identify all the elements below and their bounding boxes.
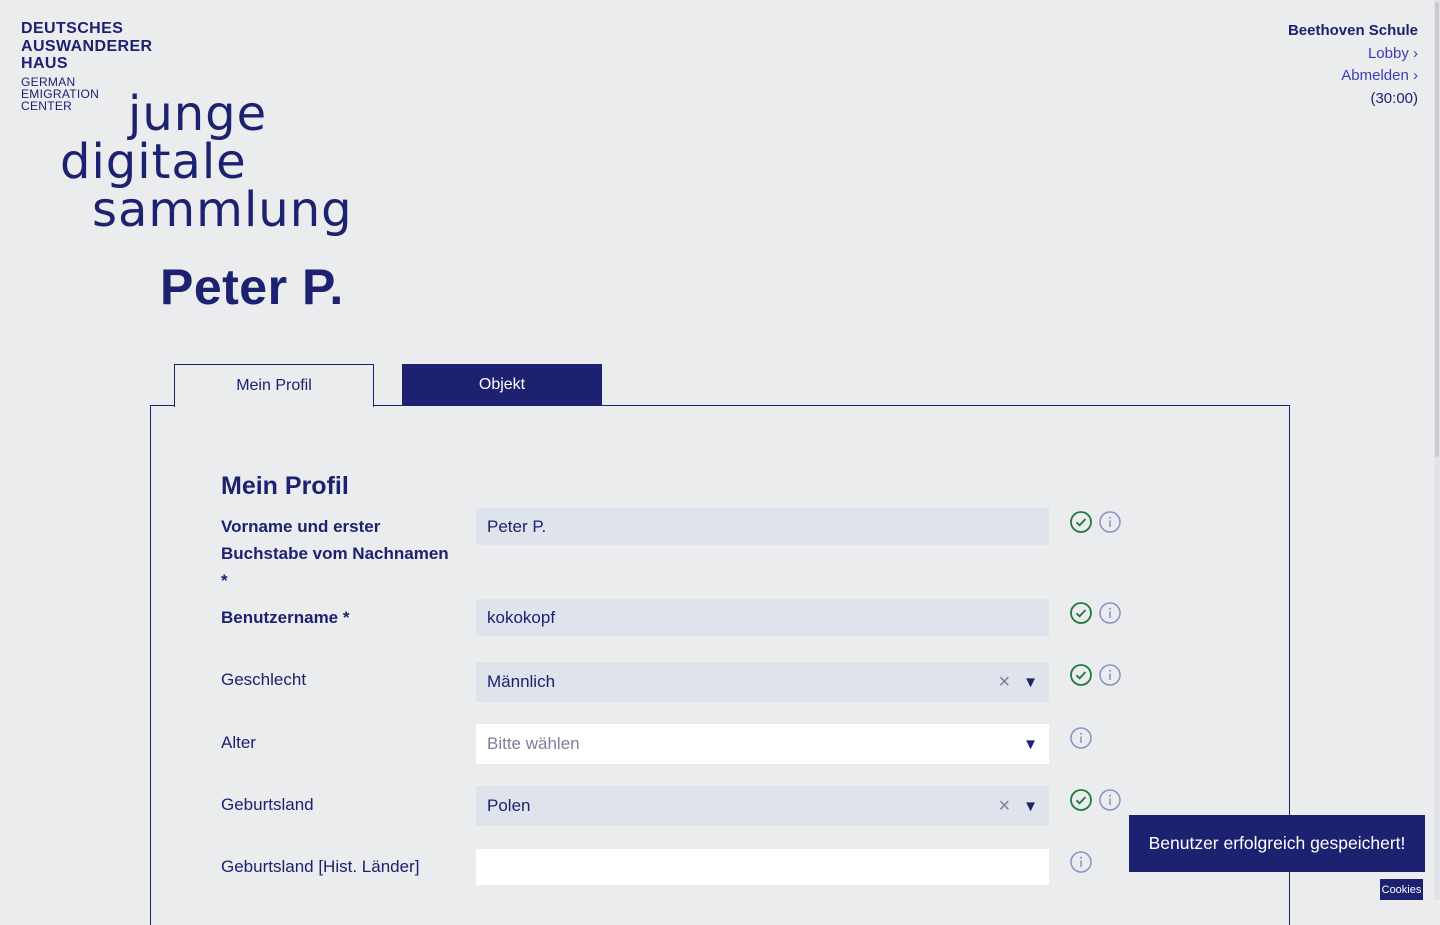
chevron-down-icon[interactable]: ▼ [1023, 736, 1038, 753]
session-timer: (30:00) [1370, 89, 1418, 107]
tab-objekt[interactable]: Objekt [402, 364, 602, 406]
check-circle-icon [1070, 602, 1092, 624]
brand-line: AUSWANDERER [21, 37, 153, 55]
page-title: Peter P. [160, 259, 344, 315]
gender-label: Geschlecht [221, 670, 307, 689]
check-circle-icon [1070, 789, 1092, 811]
age-placeholder: Bitte wählen [487, 734, 580, 753]
section-title: Mein Profil [221, 472, 349, 500]
firstname-label: Vorname und erster Buchstabe vom Nachnam… [221, 517, 449, 590]
lobby-link[interactable]: Lobby › [1288, 43, 1418, 66]
chevron-down-icon[interactable]: ▼ [1023, 674, 1038, 691]
historic-country-input[interactable] [476, 849, 1049, 885]
birth-country-value: Polen [487, 796, 531, 815]
logo-line: junge [128, 86, 268, 142]
age-label: Alter [221, 733, 256, 752]
info-circle-icon[interactable] [1099, 602, 1121, 624]
info-circle-icon[interactable] [1070, 727, 1092, 749]
logo-line: digitale [60, 134, 247, 190]
logo-line: sammlung [92, 182, 353, 238]
tab-mein-profil[interactable]: Mein Profil [174, 364, 374, 407]
brand-line: HAUS [21, 55, 68, 72]
logout-link[interactable]: Abmelden › [1288, 65, 1418, 88]
birth-country-select[interactable]: Polen × ▼ [476, 786, 1049, 826]
check-circle-icon [1070, 664, 1092, 686]
username-label: Benutzername * [221, 608, 350, 627]
success-toast: Benutzer erfolgreich gespeichert! [1129, 815, 1425, 872]
school-name: Beethoven Schule [1287, 22, 1418, 39]
clear-icon[interactable]: × [998, 795, 1010, 818]
username-value: kokokopf [487, 607, 556, 627]
info-circle-icon[interactable] [1099, 511, 1121, 533]
cookies-button[interactable]: Cookies [1380, 879, 1423, 900]
gender-value: Männlich [487, 672, 556, 691]
scrollbar[interactable] [1434, 0, 1440, 900]
brand-line: DEUTSCHES [21, 20, 124, 37]
info-circle-icon[interactable] [1099, 664, 1121, 686]
chevron-down-icon[interactable]: ▼ [1023, 798, 1038, 815]
scrollbar-thumb[interactable] [1435, 2, 1439, 457]
historic-country-label: Geburtsland [Hist. Länder] [221, 857, 420, 876]
clear-icon[interactable]: × [998, 671, 1010, 694]
check-circle-icon [1070, 511, 1092, 533]
age-select[interactable]: Bitte wählen ▼ [476, 724, 1049, 764]
top-nav: Beethoven Schule Lobby › Abmelden › (30:… [1288, 20, 1418, 110]
info-circle-icon[interactable] [1099, 789, 1121, 811]
firstname-input[interactable]: Peter P. [476, 508, 1049, 545]
firstname-value: Peter P. [487, 516, 547, 536]
info-circle-icon[interactable] [1070, 851, 1092, 873]
gender-select[interactable]: Männlich × ▼ [476, 662, 1049, 702]
junge-digitale-sammlung-logo[interactable]: junge digitale sammlung [60, 90, 353, 234]
username-input[interactable]: kokokopf [476, 599, 1049, 636]
birth-country-label: Geburtsland [221, 795, 314, 814]
